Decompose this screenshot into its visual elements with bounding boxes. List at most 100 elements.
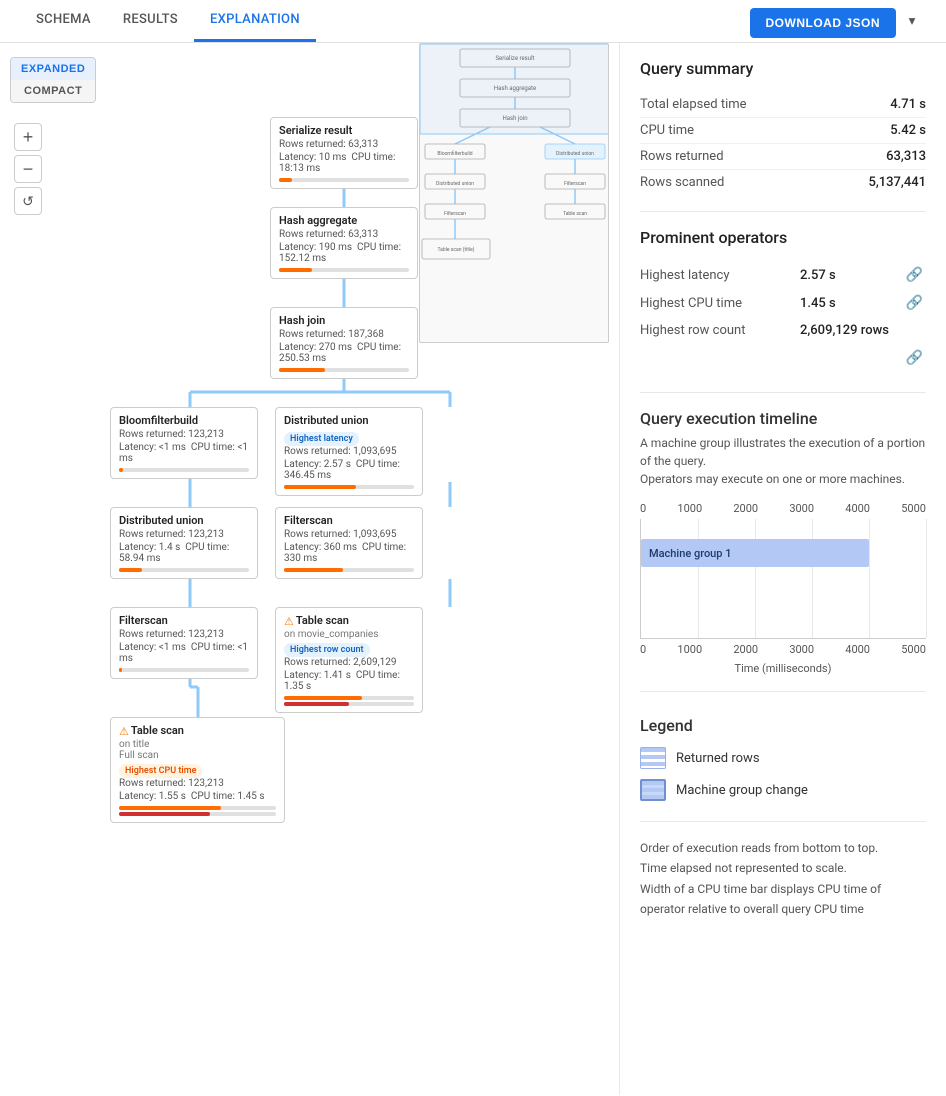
summary-label-cpu: CPU time xyxy=(640,118,826,144)
legend-item-returned: Returned rows xyxy=(640,747,926,769)
grid-line-4 xyxy=(869,519,870,638)
zoom-in-button[interactable]: + xyxy=(14,123,42,151)
node-table-scan-r-metrics: Latency: 1.41 s CPU time: 1.35 s xyxy=(284,670,414,692)
chevron-down-icon[interactable]: ▾ xyxy=(898,7,926,35)
node-hash-join-rows: Rows returned: 187,368 xyxy=(279,329,409,340)
note-1: Order of execution reads from bottom to … xyxy=(640,838,926,858)
summary-value-cpu: 5.42 s xyxy=(826,118,926,144)
expanded-btn[interactable]: EXPANDED xyxy=(11,58,95,80)
prominent-operators-title: Prominent operators xyxy=(640,228,926,247)
summary-value-elapsed: 4.71 s xyxy=(826,92,926,118)
tab-schema[interactable]: SCHEMA xyxy=(20,0,107,42)
summary-value-scanned: 5,137,441 xyxy=(826,170,926,196)
summary-row-elapsed: Total elapsed time 4.71 s xyxy=(640,92,926,118)
node-filterscan-l-bar xyxy=(119,668,249,672)
node-table-scan-r-bar2 xyxy=(284,702,414,706)
node-serialize-rows: Rows returned: 63,313 xyxy=(279,139,409,150)
node-bloom[interactable]: Bloomfilterbuild Rows returned: 123,213 … xyxy=(110,407,258,479)
timeline-x-label: Time (milliseconds) xyxy=(640,662,926,675)
machine-group-bar: Machine group 1 xyxy=(641,539,869,567)
tab-explanation[interactable]: EXPLANATION xyxy=(194,0,316,42)
node-dist-union-r-metrics: Latency: 2.57 s CPU time: 346.45 ms xyxy=(284,459,414,481)
node-serialize-title: Serialize result xyxy=(279,124,409,137)
right-panel: Query summary Total elapsed time 4.71 s … xyxy=(620,43,946,1095)
node-hash-join[interactable]: Hash join Rows returned: 187,368 Latency… xyxy=(270,307,418,379)
divider-3 xyxy=(640,691,926,692)
grid-line-5 xyxy=(926,519,927,638)
warn-icon-table-l: ⚠ xyxy=(119,725,129,738)
node-filterscan-r-rows: Rows returned: 1,093,695 xyxy=(284,529,414,540)
link-icon-rowcount[interactable]: 🔗 xyxy=(906,350,923,366)
download-json-button[interactable]: DOWNLOAD JSON xyxy=(750,8,897,38)
prominent-value-latency: 2.57 s xyxy=(800,261,900,289)
legend-section: Legend Returned rows Machine group chang… xyxy=(640,716,926,801)
node-dist-union-r-title: Distributed union xyxy=(284,414,414,427)
node-table-scan-l-bar2 xyxy=(119,812,276,816)
zoom-out-button[interactable]: − xyxy=(14,155,42,183)
link-icon-latency[interactable]: 🔗 xyxy=(906,267,923,283)
legend-label-returned: Returned rows xyxy=(676,751,760,766)
node-dist-union-l-title: Distributed union xyxy=(119,514,249,527)
timeline-title: Query execution timeline xyxy=(640,409,926,428)
node-hash-agg[interactable]: Hash aggregate Rows returned: 63,313 Lat… xyxy=(270,207,418,279)
node-filterscan-l-metrics: Latency: <1 ms CPU time: <1 ms xyxy=(119,642,249,664)
node-dist-union-r[interactable]: Distributed union Highest latency Rows r… xyxy=(275,407,423,496)
top-nav: SCHEMA RESULTS EXPLANATION ⛶ ▾ DOWNLOAD … xyxy=(0,0,946,43)
node-table-scan-r-badge: Highest row count xyxy=(284,643,370,657)
node-dist-union-l-metrics: Latency: 1.4 s CPU time: 58.94 ms xyxy=(119,542,249,564)
node-table-scan-l[interactable]: ⚠ Table scan on title Full scan Highest … xyxy=(110,717,285,823)
node-filterscan-l-title: Filterscan xyxy=(119,614,249,627)
node-serialize[interactable]: Serialize result Rows returned: 63,313 L… xyxy=(270,117,418,189)
node-filterscan-r-bar xyxy=(284,568,414,572)
node-dist-union-l[interactable]: Distributed union Rows returned: 123,213… xyxy=(110,507,258,579)
reset-zoom-button[interactable]: ↺ xyxy=(14,187,42,215)
node-dist-union-r-badge: Highest latency xyxy=(284,432,359,446)
grid-line-1 xyxy=(698,519,699,638)
divider-1 xyxy=(640,211,926,212)
node-filterscan-l-rows: Rows returned: 123,213 xyxy=(119,629,249,640)
compact-btn[interactable]: COMPACT xyxy=(11,80,95,102)
legend-icon-machine xyxy=(640,779,666,801)
prominent-label-rowcount: Highest row count xyxy=(640,317,800,344)
notes-section: Order of execution reads from bottom to … xyxy=(640,821,926,920)
node-filterscan-r-metrics: Latency: 360 ms CPU time: 330 ms xyxy=(284,542,414,564)
node-hash-join-title: Hash join xyxy=(279,314,409,327)
timeline-section: Query execution timeline A machine group… xyxy=(640,409,926,675)
note-3: Width of a CPU time bar displays CPU tim… xyxy=(640,879,926,920)
node-filterscan-r[interactable]: Filterscan Rows returned: 1,093,695 Late… xyxy=(275,507,423,579)
node-table-scan-r-subtitle: on movie_companies xyxy=(284,629,414,640)
node-bloom-title: Bloomfilterbuild xyxy=(119,414,249,427)
warn-icon-table-r: ⚠ xyxy=(284,615,294,628)
node-table-scan-l-rows: Rows returned: 123,213 xyxy=(119,778,276,789)
node-bloom-metrics: Latency: <1 ms CPU time: <1 ms xyxy=(119,442,249,464)
summary-row-cpu: CPU time 5.42 s xyxy=(640,118,926,144)
diagram-panel: EXPANDED COMPACT + − ↺ Serialize result … xyxy=(0,43,620,1095)
legend-label-machine: Machine group change xyxy=(676,783,808,798)
node-bloom-bar xyxy=(119,468,249,472)
summary-label-scanned: Rows scanned xyxy=(640,170,826,196)
node-dist-union-r-bar xyxy=(284,485,414,489)
link-icon-cpu[interactable]: 🔗 xyxy=(906,295,923,311)
node-table-scan-l-title: Table scan xyxy=(131,724,184,737)
prominent-label-cpu: Highest CPU time xyxy=(640,289,800,317)
node-serialize-bar xyxy=(279,178,409,182)
tab-results[interactable]: RESULTS xyxy=(107,0,194,42)
prominent-row-cpu: Highest CPU time 1.45 s 🔗 xyxy=(640,289,926,317)
node-filterscan-l[interactable]: Filterscan Rows returned: 123,213 Latenc… xyxy=(110,607,258,679)
prominent-value-rowcount: 2,609,129 rows xyxy=(800,317,900,344)
node-table-scan-r-rows: Rows returned: 2,609,129 xyxy=(284,657,414,668)
node-table-scan-l-metrics: Latency: 1.55 s CPU time: 1.45 s xyxy=(119,791,276,802)
prominent-row-latency: Highest latency 2.57 s 🔗 xyxy=(640,261,926,289)
node-bloom-rows: Rows returned: 123,213 xyxy=(119,429,249,440)
node-filterscan-r-title: Filterscan xyxy=(284,514,414,527)
legend-title: Legend xyxy=(640,716,926,735)
node-hash-join-bar xyxy=(279,368,409,372)
prominent-operators-section: Prominent operators Highest latency 2.57… xyxy=(640,228,926,372)
timeline-bottom-axis: 0 1000 2000 3000 4000 5000 xyxy=(640,643,926,656)
query-summary-title: Query summary xyxy=(640,59,926,78)
node-hash-agg-bar xyxy=(279,268,409,272)
node-dist-union-l-rows: Rows returned: 123,213 xyxy=(119,529,249,540)
node-table-scan-r[interactable]: ⚠ Table scan on movie_companies Highest … xyxy=(275,607,423,713)
node-hash-agg-rows: Rows returned: 63,313 xyxy=(279,229,409,240)
note-2: Time elapsed not represented to scale. xyxy=(640,858,926,878)
